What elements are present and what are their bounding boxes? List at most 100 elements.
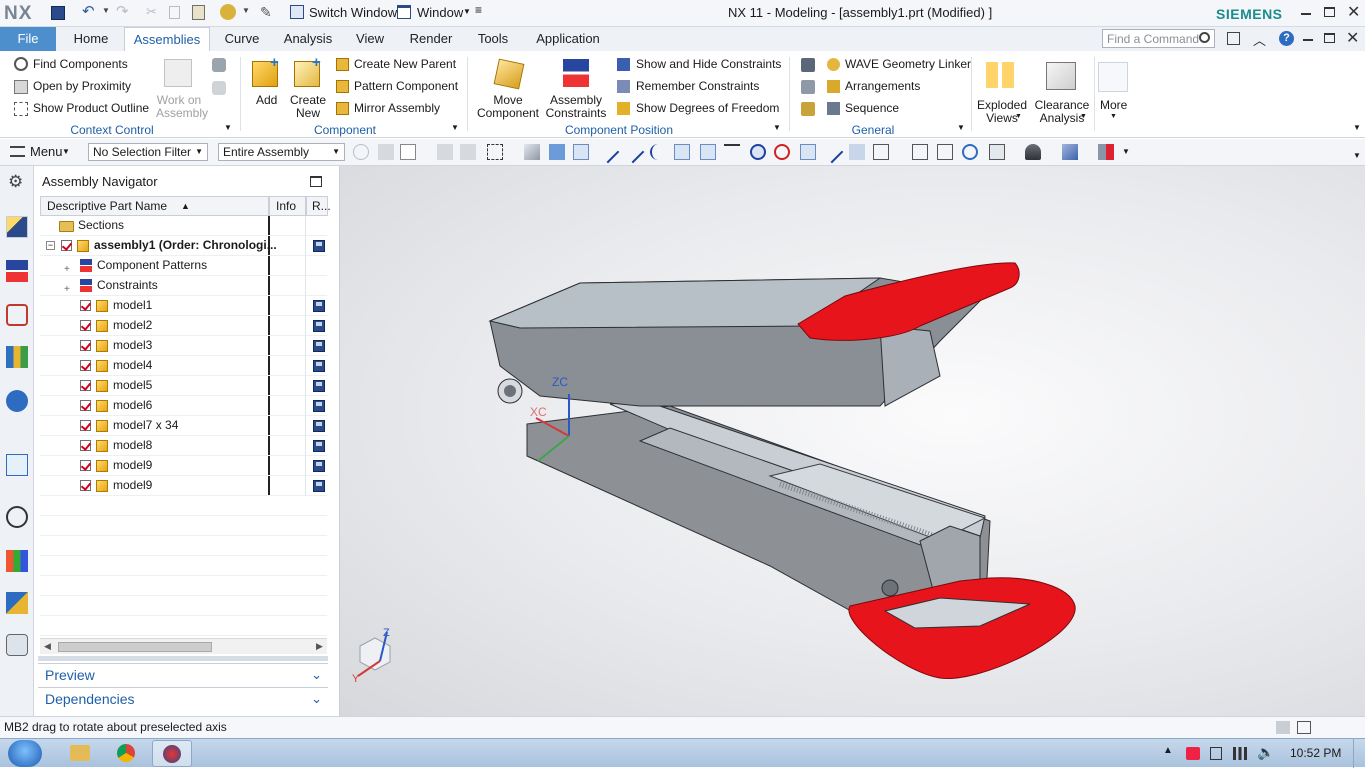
curve-select-icon[interactable] xyxy=(596,140,620,164)
column-header-info[interactable]: Info xyxy=(269,196,306,216)
doc-restore-icon[interactable] xyxy=(1324,33,1335,43)
clearance-analysis-button[interactable]: Clearance Analysis xyxy=(1034,99,1090,125)
rectangle-select-icon[interactable] xyxy=(487,144,503,160)
visibility-checkbox[interactable] xyxy=(80,440,91,451)
open-by-proximity-button[interactable]: Open by Proximity xyxy=(33,79,131,93)
paste-icon[interactable] xyxy=(192,5,205,20)
switch-window-icon[interactable] xyxy=(290,5,304,19)
visibility-checkbox[interactable] xyxy=(80,400,91,411)
tree-node-part[interactable]: model9 xyxy=(40,476,327,496)
tree-node-folder[interactable]: Sections xyxy=(40,216,327,236)
menu-button[interactable]: Menu xyxy=(30,144,63,159)
rotate-icon[interactable] xyxy=(962,144,978,160)
tab-file[interactable]: File xyxy=(0,27,56,51)
assembly-navigator-tab-icon[interactable] xyxy=(6,216,28,238)
column-header-name[interactable]: Descriptive Part Name ▲ xyxy=(40,196,269,216)
selection-scope-select[interactable]: Entire Assembly ▼ xyxy=(218,143,345,161)
create-new-button[interactable]: Create New xyxy=(290,94,326,120)
tree-node-part[interactable]: model2 xyxy=(40,316,327,336)
tree-node-part[interactable]: model9 xyxy=(40,456,327,476)
scroll-right-icon[interactable]: ▶ xyxy=(316,641,323,652)
switch-window-button[interactable]: Switch Window xyxy=(309,5,397,20)
more-dropdown-icon[interactable]: ▼ xyxy=(1110,113,1117,120)
undo-dropdown-icon[interactable]: ▼ xyxy=(102,6,110,15)
dependencies-expand-icon[interactable]: ⌄ xyxy=(311,688,322,710)
chrome-icon[interactable] xyxy=(117,744,135,762)
context-extra-icon-2[interactable] xyxy=(212,81,226,95)
volume-icon[interactable]: 🔈 xyxy=(1257,744,1274,761)
collapse-ribbon-icon[interactable]: ︿ xyxy=(1253,30,1266,49)
undo-icon[interactable]: ↶ xyxy=(82,2,95,20)
visibility-checkbox[interactable] xyxy=(80,380,91,391)
menu-dropdown-icon[interactable]: ▼ xyxy=(62,147,70,156)
context-extra-icon-1[interactable] xyxy=(212,58,226,72)
stapler-model[interactable]: ZC XC Z Y xyxy=(340,166,1365,716)
preview-expand-icon[interactable]: ⌄ xyxy=(311,664,322,686)
center-point-icon[interactable] xyxy=(750,144,766,160)
mirror-assembly-button[interactable]: Mirror Assembly xyxy=(354,101,440,115)
tree-node-part[interactable]: model6 xyxy=(40,396,327,416)
move-component-button[interactable]: Move Component xyxy=(476,94,540,120)
remember-constraints-button[interactable]: Remember Constraints xyxy=(636,79,759,93)
cut-icon[interactable]: ✂ xyxy=(146,4,157,20)
tree-node-constraints[interactable]: + Constraints xyxy=(40,276,327,296)
tab-application[interactable]: Application xyxy=(530,27,606,51)
component-dropdown-icon[interactable]: ▼ xyxy=(451,123,459,132)
orient-view-icon[interactable] xyxy=(989,144,1005,160)
tree-node-part[interactable]: model4 xyxy=(40,356,327,376)
status-icon-2[interactable] xyxy=(1297,721,1311,734)
file-explorer-icon[interactable] xyxy=(70,745,90,761)
line-select-icon[interactable] xyxy=(621,140,645,164)
show-hidden-icons-icon[interactable]: ▲ xyxy=(1163,745,1173,756)
clearance-dropdown-icon[interactable]: ▼ xyxy=(1080,113,1087,120)
action-center-icon[interactable] xyxy=(1186,747,1200,760)
command-search-input[interactable]: Find a Command xyxy=(1102,29,1215,48)
pattern-component-button[interactable]: Pattern Component xyxy=(354,79,458,93)
wave-geometry-linker-button[interactable]: WAVE Geometry Linker xyxy=(845,57,971,71)
visibility-checkbox[interactable] xyxy=(80,460,91,471)
preview-section[interactable]: Preview ⌄ xyxy=(38,663,328,685)
restore-icon[interactable] xyxy=(1324,7,1335,17)
panel-splitter[interactable] xyxy=(38,656,328,661)
exploded-views-dropdown-icon[interactable]: ▼ xyxy=(1015,113,1022,120)
collapse-icon[interactable]: − xyxy=(46,241,55,250)
show-hide-icon[interactable] xyxy=(1098,144,1114,160)
tree-node-part[interactable]: model5 xyxy=(40,376,327,396)
ribbon-options-dropdown-icon[interactable]: ▼ xyxy=(1353,123,1361,132)
find-components-button[interactable]: Find Components xyxy=(33,57,128,71)
start-button-icon[interactable] xyxy=(8,740,42,767)
tab-view[interactable]: View xyxy=(348,27,392,51)
intersection-icon[interactable] xyxy=(724,144,740,160)
general-side-icon-2[interactable] xyxy=(801,80,815,94)
system-materials-tab-icon[interactable] xyxy=(6,550,28,572)
create-new-parent-button[interactable]: Create New Parent xyxy=(354,57,456,71)
doc-close-icon[interactable]: ✕ xyxy=(1346,28,1359,48)
circle-point-icon[interactable] xyxy=(774,144,790,160)
close-icon[interactable]: ✕ xyxy=(1347,2,1360,22)
show-degrees-of-freedom-button[interactable]: Show Degrees of Freedom xyxy=(636,101,779,115)
visibility-checkbox[interactable] xyxy=(80,480,91,491)
history-tab-icon[interactable] xyxy=(6,506,28,528)
dependencies-section[interactable]: Dependencies ⌄ xyxy=(38,687,328,709)
show-desktop-button[interactable] xyxy=(1353,739,1365,768)
navigator-maximize-icon[interactable] xyxy=(310,176,322,187)
visibility-checkbox[interactable] xyxy=(80,300,91,311)
show-product-outline-button[interactable]: Show Product Outline xyxy=(33,101,149,115)
tree-node-part[interactable]: model3 xyxy=(40,336,327,356)
more-button[interactable]: More xyxy=(1100,98,1127,112)
minimize-icon[interactable] xyxy=(1301,13,1311,15)
graphics-window[interactable]: ZC XC Z Y xyxy=(340,166,1365,716)
roles-tab-icon[interactable] xyxy=(6,634,28,656)
work-on-assembly-button[interactable]: Work on Assembly xyxy=(156,94,208,120)
tree-node-assembly[interactable]: − assembly1 (Order: Chronologi... xyxy=(40,236,327,256)
part-navigator-tab-icon[interactable] xyxy=(6,304,28,326)
component-position-dropdown-icon[interactable]: ▼ xyxy=(773,123,781,132)
toolbar-overflow-dropdown-icon[interactable]: ▼ xyxy=(1353,151,1361,160)
selection-intent-icon[interactable] xyxy=(400,144,416,160)
assembly-constraints-button[interactable]: Assembly Constraints xyxy=(544,94,608,120)
tab-home[interactable]: Home xyxy=(64,27,118,51)
window-icon[interactable] xyxy=(397,5,411,19)
selection-filter-select[interactable]: No Selection Filter ▼ xyxy=(88,143,208,161)
tab-assemblies[interactable]: Assemblies xyxy=(124,27,210,51)
tangent-point-icon[interactable] xyxy=(820,140,844,164)
